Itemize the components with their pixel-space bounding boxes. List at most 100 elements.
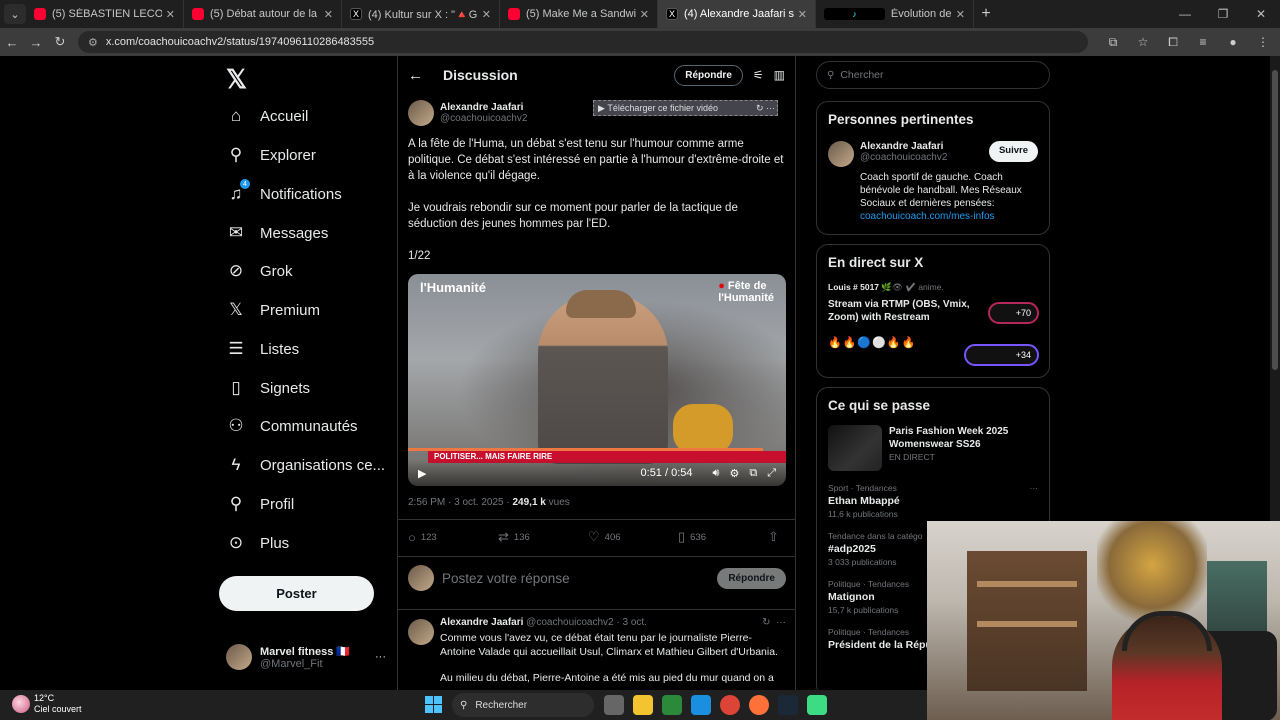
- back-arrow-icon[interactable]: ←: [408, 67, 423, 84]
- settings-icon[interactable]: ⚙: [729, 467, 739, 480]
- live-listeners-badge[interactable]: +70: [987, 302, 1039, 324]
- download-video-button[interactable]: ▶ Télécharger ce fichier vidéo ↻ ···: [593, 100, 778, 116]
- post-button[interactable]: Poster: [219, 576, 374, 611]
- chrome-icon[interactable]: [720, 695, 740, 715]
- url-field[interactable]: ⚙ x.com/coachouicoachv2/status/197409611…: [78, 31, 1088, 53]
- author-name[interactable]: Alexandre Jaafari: [440, 617, 523, 628]
- author-handle[interactable]: @coachouicoachv2 · 3 oct.: [526, 617, 647, 628]
- firefox-icon[interactable]: [749, 695, 769, 715]
- more-icon[interactable]: ↻ ···: [756, 103, 777, 114]
- filter-icon[interactable]: ⚟: [753, 68, 764, 82]
- video-controls: ▶ 0:51 / 0:54 🔊︎ ⚙ ⧉ ⤢: [408, 460, 786, 486]
- nav-item-bookmarks[interactable]: ▯ Signets: [226, 373, 310, 403]
- reader-icon[interactable]: ▥: [774, 68, 785, 82]
- play-icon[interactable]: ▶: [418, 467, 426, 480]
- nav-item-explore[interactable]: ⚲ Explorer: [226, 140, 316, 170]
- nav-item-more[interactable]: ⊙ Plus: [226, 528, 289, 558]
- fullscreen-icon[interactable]: ⤢: [767, 467, 776, 480]
- trend-image: [828, 425, 882, 471]
- task-view-icon[interactable]: [604, 695, 624, 715]
- picture-in-picture-icon[interactable]: ⧉: [749, 467, 757, 480]
- browser-tab-active[interactable]: X(4) Alexandre Jaafari sur X : "A l✕: [658, 0, 816, 28]
- reply-header-button[interactable]: Répondre: [674, 64, 743, 86]
- install-app-icon[interactable]: ⧉: [1098, 35, 1128, 50]
- browser-tab[interactable]: (5) Make Me a Sandwich | Hom✕: [500, 0, 658, 28]
- maximize-icon[interactable]: ❐: [1204, 7, 1242, 21]
- close-tab-icon[interactable]: ✕: [956, 8, 965, 21]
- reply-submit-button[interactable]: Répondre: [717, 567, 786, 589]
- close-tab-icon[interactable]: ✕: [324, 8, 333, 21]
- trend-hero[interactable]: Paris Fashion Week 2025 Womenswear SS26 E…: [828, 425, 1038, 471]
- browser-tab[interactable]: X(4) Kultur sur X : "🔺GIMS anno✕: [342, 0, 500, 28]
- search-input[interactable]: ⚲ Chercher: [816, 61, 1050, 89]
- edge-icon[interactable]: [691, 695, 711, 715]
- repost-action[interactable]: ⇄ 136: [498, 529, 588, 545]
- live-host[interactable]: Louis # 5017 🌿👁 ✔ anime.: [828, 282, 1038, 293]
- browser-tab[interactable]: (5) SÉBASTIEN LECORNU A DÉM✕: [26, 0, 184, 28]
- person-handle[interactable]: @coachouicoachv2: [860, 152, 947, 163]
- reply-action[interactable]: ○ 123: [408, 529, 498, 545]
- avatar[interactable]: [408, 100, 434, 126]
- nav-item-lists[interactable]: ☰ Listes: [226, 334, 299, 364]
- x-logo-icon[interactable]: 𝕏: [226, 64, 247, 95]
- profile-icon[interactable]: ●: [1218, 35, 1248, 50]
- nav-item-profile[interactable]: ⚲ Profil: [226, 489, 294, 519]
- nav-item-messages[interactable]: ✉ Messages: [226, 218, 329, 248]
- webcam-overlay: [927, 521, 1280, 720]
- more-icon[interactable]: ···: [375, 651, 386, 663]
- bio-link[interactable]: coachouicoach.com/mes-infos: [860, 211, 995, 222]
- avatar[interactable]: [408, 619, 434, 645]
- close-tab-icon[interactable]: ✕: [482, 8, 491, 21]
- weather-widget[interactable]: 12°C Ciel couvert: [12, 693, 82, 715]
- like-action[interactable]: ♡ 406: [588, 529, 678, 545]
- tab-search-dropdown[interactable]: ⌄: [4, 4, 26, 24]
- close-window-icon[interactable]: ✕: [1242, 7, 1280, 21]
- person-name[interactable]: Alexandre Jaafari: [860, 141, 947, 152]
- close-tab-icon[interactable]: ✕: [798, 8, 807, 21]
- close-tab-icon[interactable]: ✕: [166, 8, 175, 21]
- taskbar-search[interactable]: ⚲ Rechercher: [452, 693, 594, 717]
- menu-icon[interactable]: ⋮: [1248, 35, 1278, 50]
- minimize-icon[interactable]: —: [1166, 7, 1204, 21]
- extensions-icon[interactable]: ⧠: [1158, 35, 1188, 50]
- more-icon[interactable]: ↻ ···: [762, 617, 786, 628]
- more-icon[interactable]: ···: [1030, 483, 1039, 493]
- close-tab-icon[interactable]: ✕: [640, 8, 649, 21]
- trend-item[interactable]: ··· Sport · Tendances Ethan Mbappé 11,6 k p…: [828, 483, 1038, 519]
- share-action[interactable]: ⇧: [768, 529, 784, 545]
- nvidia-icon[interactable]: [662, 695, 682, 715]
- browser-tab[interactable]: ♪Évolution de Nikola Lozina à Tr✕: [816, 0, 974, 28]
- reply-input[interactable]: Postez votre réponse: [442, 571, 570, 586]
- reply-tweet[interactable]: Alexandre Jaafari @coachouicoachv2 · 3 o…: [408, 617, 786, 690]
- nav-item-premium[interactable]: 𝕏 Premium: [226, 295, 320, 325]
- nav-item-organisations[interactable]: ϟ Organisations ce...: [226, 450, 386, 480]
- nav-item-communities[interactable]: ⚇ Communautés: [226, 411, 357, 441]
- media-icon[interactable]: ≡: [1188, 35, 1218, 50]
- tweet-timestamp[interactable]: 2:56 PM · 3 oct. 2025 ·: [408, 497, 513, 508]
- back-icon[interactable]: ←: [0, 35, 24, 50]
- live-stream-title[interactable]: Stream via RTMP (OBS, Vmix, Zoom) with R…: [828, 298, 978, 324]
- bookmark-action[interactable]: ▯ 636: [678, 529, 768, 545]
- browser-tab[interactable]: (5) Débat autour de la Républiq✕: [184, 0, 342, 28]
- follow-button[interactable]: Suivre: [988, 141, 1038, 162]
- new-tab-button[interactable]: +: [974, 5, 998, 23]
- volume-icon[interactable]: 🔊︎: [713, 467, 720, 480]
- nav-item-grok[interactable]: ⊘ Grok: [226, 256, 293, 286]
- nav-item-home[interactable]: ⌂ Accueil: [226, 101, 309, 131]
- nav-item-notifications[interactable]: ♫ 4 Notifications: [226, 179, 342, 209]
- avatar[interactable]: [828, 141, 854, 167]
- live-listeners-badge[interactable]: +34: [963, 344, 1039, 366]
- search-icon: ⚲: [827, 69, 835, 81]
- author-handle[interactable]: @coachouicoachv2: [440, 113, 527, 124]
- app-icon[interactable]: [807, 695, 827, 715]
- site-info-icon[interactable]: ⚙: [88, 36, 98, 49]
- account-switcher[interactable]: Marvel fitness 🇫🇷 @Marvel_Fit ···: [226, 642, 386, 672]
- forward-icon[interactable]: →: [24, 35, 48, 50]
- bookmark-star-icon[interactable]: ☆: [1128, 35, 1158, 50]
- reload-icon[interactable]: ↻: [48, 34, 72, 50]
- steam-icon[interactable]: [778, 695, 798, 715]
- windows-start-icon[interactable]: [425, 696, 442, 713]
- author-name[interactable]: Alexandre Jaafari: [440, 102, 527, 113]
- file-explorer-icon[interactable]: [633, 695, 653, 715]
- video-player[interactable]: l'Humanité ● Fête de l'Humanité POLITISER…: [408, 274, 786, 486]
